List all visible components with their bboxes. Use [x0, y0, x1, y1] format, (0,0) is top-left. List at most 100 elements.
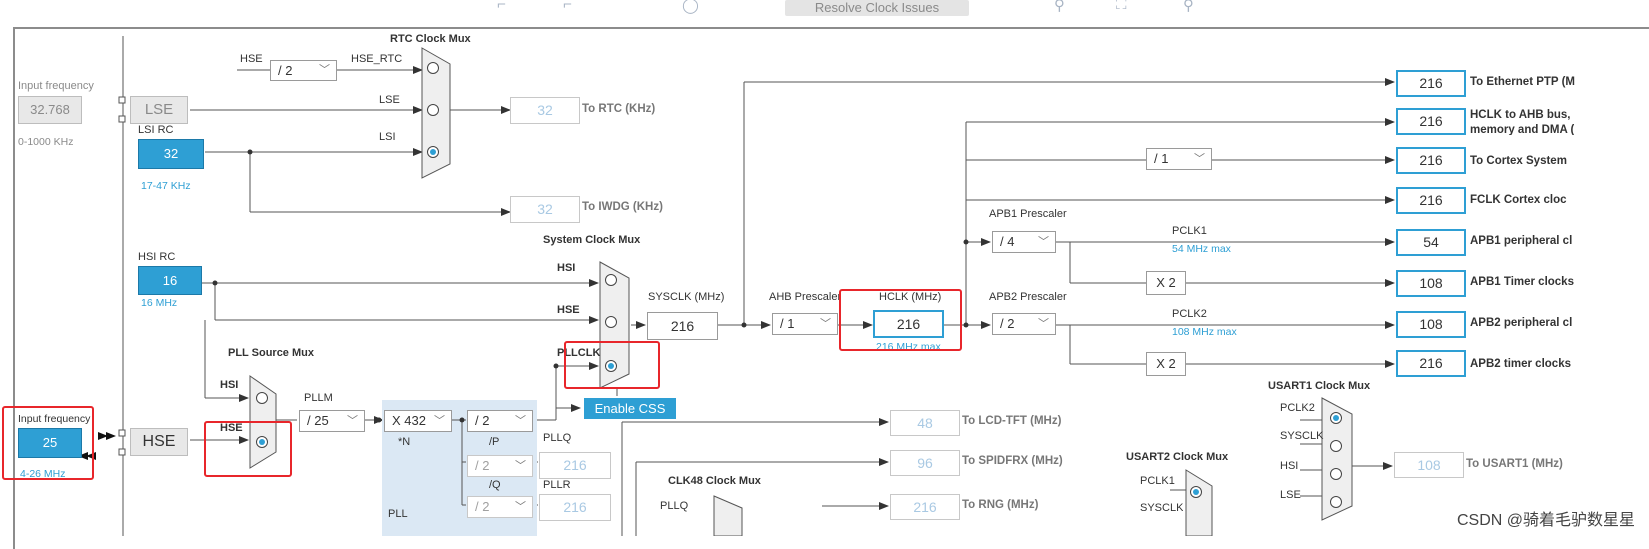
pllq-div-label: /Q: [489, 479, 501, 491]
pclk2-label: PCLK2: [1172, 308, 1207, 320]
apb2-peripheral-value[interactable]: 108: [1396, 311, 1466, 338]
fclk-cortex-value[interactable]: 216: [1396, 187, 1466, 214]
apb2-timer-multiplier: X 2: [1146, 352, 1186, 376]
usart1-hsi-radio[interactable]: [1330, 468, 1342, 480]
pllm-select[interactable]: / 25 ﹀: [299, 410, 365, 432]
pllq-select[interactable]: / 2 ﹀: [467, 455, 533, 477]
pll-src-hsi-radio[interactable]: [256, 392, 268, 404]
pllr-output-value: 216: [539, 494, 611, 521]
rtc-mux-lse-radio[interactable]: [427, 104, 439, 116]
plln-label: *N: [398, 436, 411, 448]
apb2-prescaler-label: APB2 Prescaler: [989, 291, 1067, 303]
pll-label: PLL: [388, 508, 408, 520]
cortex-timer-divider-select[interactable]: / 1 ﹀: [1146, 148, 1212, 170]
hsi-rc-value: 16: [138, 266, 202, 295]
clk48-mux-title: CLK48 Clock Mux: [668, 475, 761, 487]
hse-oscillator-block[interactable]: HSE: [130, 428, 188, 456]
chevron-down-icon: ﹀: [319, 64, 330, 76]
usart2-pclk1-radio[interactable]: [1190, 486, 1202, 498]
spdif-label: To SPIDFRX (MHz): [962, 455, 1063, 467]
pllp-value: / 2: [475, 413, 490, 428]
pll-source-mux-title: PLL Source Mux: [228, 347, 314, 359]
system-clock-mux-title: System Clock Mux: [543, 234, 641, 246]
usart1-output-value: 108: [1394, 452, 1464, 478]
apb2-timer-label: APB2 timer clocks: [1470, 358, 1571, 370]
chevron-down-icon: ﹀: [515, 460, 526, 472]
hsi-rc-label: HSI RC: [138, 251, 176, 263]
iwdg-output-value: 32: [510, 196, 580, 223]
apb1-peripheral-value[interactable]: 54: [1396, 229, 1466, 256]
pll-source-hse-highlight: [204, 421, 292, 477]
enable-css-button[interactable]: Enable CSS: [584, 398, 676, 419]
lsi-range-label: 17-47 KHz: [141, 180, 191, 192]
watermark: CSDN @骑着毛驴数星星: [1456, 512, 1635, 529]
chevron-down-icon: ﹀: [1038, 236, 1049, 248]
rng-label: To RNG (MHz): [962, 499, 1039, 511]
apb2-prescaler-value: / 2: [1000, 316, 1015, 331]
usart1-sysclk-radio[interactable]: [1330, 440, 1342, 452]
sysmux-hse-label: HSE: [557, 304, 580, 316]
chevron-down-icon: ﹀: [1038, 318, 1049, 330]
fclk-cortex-label: FCLK Cortex cloc: [1470, 194, 1567, 206]
pllclk-highlight: [564, 341, 660, 389]
apb2-timer-value[interactable]: 216: [1396, 350, 1466, 377]
rtc-lse-label: LSE: [379, 94, 400, 106]
pllr-select[interactable]: / 2 ﹀: [467, 496, 533, 518]
hclk-ahb-label-line2: memory and DMA (: [1470, 124, 1575, 135]
apb2-prescaler-select[interactable]: / 2 ﹀: [992, 313, 1056, 335]
ahb-prescaler-label: AHB Prescaler: [769, 291, 842, 303]
sysmux-hsi-radio[interactable]: [605, 274, 617, 286]
apb1-timer-label: APB1 Timer clocks: [1470, 276, 1574, 288]
lse-oscillator-block[interactable]: LSE: [130, 96, 188, 124]
usart2-sysclk-label: SYSCLK: [1140, 502, 1184, 512]
rng-value: 216: [890, 494, 960, 520]
pllr-value: / 2: [475, 499, 490, 514]
pllm-label: PLLM: [304, 392, 333, 404]
usart1-sysclk-label: SYSCLK: [1280, 430, 1324, 442]
lcd-tft-value: 48: [890, 410, 960, 436]
sysclk-value[interactable]: 216: [647, 312, 718, 340]
pllr-output-label: PLLR: [543, 479, 571, 491]
cortex-system-timer-label: To Cortex System: [1470, 155, 1567, 167]
rtc-clock-mux-title: RTC Clock Mux: [390, 33, 471, 45]
hclk-ahb-label: HCLK to AHB bus,: [1470, 109, 1571, 121]
pclk1-label: PCLK1: [1172, 225, 1207, 237]
rtc-hse-divider-select[interactable]: / 2 ﹀: [270, 60, 337, 81]
hclk-ahb-value[interactable]: 216: [1396, 108, 1466, 135]
pllm-value: / 25: [307, 413, 329, 428]
apb1-prescaler-select[interactable]: / 4 ﹀: [992, 231, 1056, 253]
chevron-down-icon: ﹀: [820, 318, 831, 330]
spdif-value: 96: [890, 450, 960, 476]
ahb-prescaler-select[interactable]: / 1 ﹀: [772, 313, 838, 335]
apb1-peripheral-label: APB1 peripheral cl: [1470, 235, 1573, 247]
usart2-mux-title: USART2 Clock Mux: [1126, 451, 1229, 463]
rtc-mux-hse-radio[interactable]: [427, 62, 439, 74]
sysmux-hse-radio[interactable]: [605, 316, 617, 328]
pllp-label: /P: [489, 436, 500, 448]
lsi-rc-label: LSI RC: [138, 124, 174, 136]
hclk-highlight: [839, 289, 962, 351]
chevron-down-icon: ﹀: [515, 415, 526, 427]
plln-value: X 432: [392, 413, 426, 428]
apb1-timer-value[interactable]: 108: [1396, 270, 1466, 297]
lse-input-frequency-label: Input frequency: [18, 80, 94, 92]
hsi-range-label: 16 MHz: [141, 297, 178, 309]
usart1-lse-label: LSE: [1280, 489, 1301, 501]
rtc-mux-lsi-radio[interactable]: [427, 146, 439, 158]
apb1-prescaler-label: APB1 Prescaler: [989, 208, 1067, 220]
pllq-output-label: PLLQ: [543, 432, 572, 444]
sysmux-hsi-label: HSI: [557, 262, 576, 274]
pllp-select[interactable]: / 2 ﹀: [467, 410, 533, 432]
ethernet-ptp-value[interactable]: 216: [1396, 70, 1466, 97]
plln-select[interactable]: X 432 ﹀: [384, 410, 452, 432]
cortex-system-timer-value[interactable]: 216: [1396, 147, 1466, 174]
pclk1-max-label: 54 MHz max: [1172, 243, 1231, 255]
usart1-pclk2-radio[interactable]: [1330, 412, 1342, 424]
rtc-hse-label: HSE: [240, 53, 263, 65]
rtc-output-value: 32: [510, 97, 580, 124]
chevron-down-icon: ﹀: [515, 501, 526, 513]
usart1-lse-radio[interactable]: [1330, 496, 1342, 508]
lse-input-frequency-field[interactable]: 32.768: [18, 96, 82, 124]
usart1-hsi-label: HSI: [1280, 460, 1299, 472]
chevron-down-icon: ﹀: [347, 415, 358, 427]
